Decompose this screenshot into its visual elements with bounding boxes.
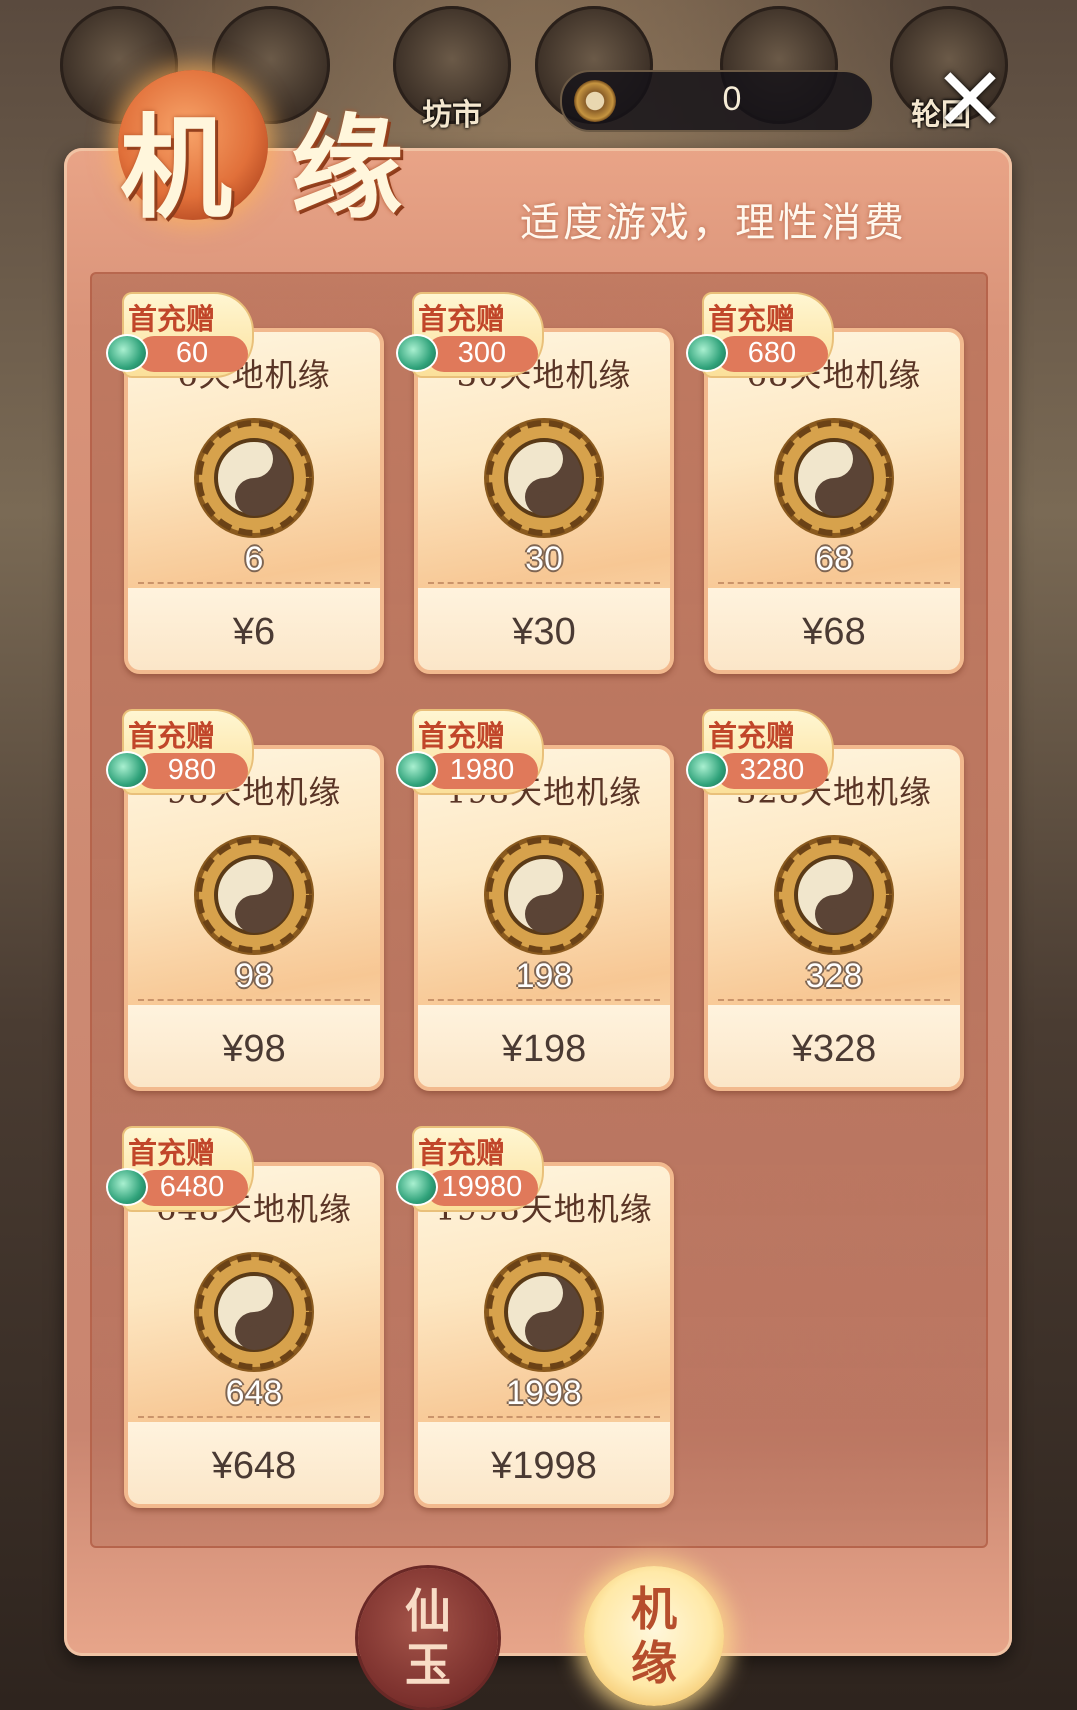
bonus-value: 1980 — [449, 754, 515, 786]
product-card[interactable]: 198天地机缘 198 ¥198 首充赠 1980 — [396, 709, 674, 1091]
first-charge-bonus: 首充赠 19980 — [396, 1126, 546, 1214]
first-charge-bonus: 首充赠 980 — [106, 709, 256, 797]
taiji-coin-icon — [480, 414, 608, 542]
bonus-label: 首充赠 — [708, 719, 796, 753]
taiji-coin-icon — [480, 1248, 608, 1376]
first-charge-bonus: 首充赠 300 — [396, 292, 546, 380]
divider — [428, 582, 660, 584]
taiji-coin-icon — [190, 414, 318, 542]
bonus-value: 19980 — [441, 1171, 523, 1203]
slogan: 适度游戏，理性消费 — [520, 200, 907, 246]
taiji-coin-icon — [480, 831, 608, 959]
bonus-label: 首充赠 — [128, 719, 216, 753]
divider — [428, 1416, 660, 1418]
product-card[interactable]: 328天地机缘 328 ¥328 首充赠 3280 — [686, 709, 964, 1091]
coin-amount: 648 — [225, 1374, 283, 1412]
bonus-label: 首充赠 — [128, 1136, 216, 1170]
first-charge-bonus: 首充赠 60 — [106, 292, 256, 380]
taiji-coin-icon — [574, 80, 616, 122]
price-button[interactable]: ¥648 — [128, 1445, 380, 1488]
product-card[interactable]: 68天地机缘 68 ¥68 首充赠 680 — [686, 292, 964, 674]
tab-label: 仙 玉 — [405, 1584, 451, 1692]
first-charge-bonus: 首充赠 3280 — [686, 709, 836, 797]
price-button[interactable]: ¥198 — [418, 1028, 670, 1071]
divider — [718, 582, 950, 584]
bonus-value: 980 — [167, 754, 217, 786]
product-card[interactable]: 648天地机缘 648 ¥648 首充赠 6480 — [106, 1126, 384, 1508]
coin-amount: 198 — [515, 957, 573, 995]
product-card[interactable]: 30天地机缘 30 ¥30 首充赠 300 — [396, 292, 674, 674]
divider — [138, 1416, 370, 1418]
bonus-label: 首充赠 — [418, 1136, 506, 1170]
tab-label: 机 缘 — [631, 1582, 677, 1690]
taiji-coin-icon — [190, 1248, 318, 1376]
currency-display: 0 — [560, 70, 874, 132]
taiji-coin-icon — [770, 831, 898, 959]
product-card[interactable]: 98天地机缘 98 ¥98 首充赠 980 — [106, 709, 384, 1091]
first-charge-bonus: 首充赠 1980 — [396, 709, 546, 797]
currency-value: 0 — [722, 80, 742, 118]
divider — [138, 582, 370, 584]
bonus-value: 3280 — [739, 754, 805, 786]
price-button[interactable]: ¥30 — [418, 611, 670, 654]
bonus-label: 首充赠 — [708, 302, 796, 336]
page-title: 机 缘 — [120, 103, 413, 234]
divider — [428, 999, 660, 1001]
bonus-value: 680 — [747, 337, 797, 369]
bonus-label: 首充赠 — [418, 719, 506, 753]
product-card[interactable]: 1998天地机缘 1998 ¥1998 首充赠 19980 — [396, 1126, 674, 1508]
coin-amount: 328 — [805, 957, 863, 995]
bonus-label: 首充赠 — [128, 302, 216, 336]
first-charge-bonus: 首充赠 680 — [686, 292, 836, 380]
tab-xianyu[interactable]: 仙 玉 — [358, 1568, 498, 1708]
bonus-value: 60 — [175, 337, 209, 369]
coin-amount: 1998 — [506, 1374, 582, 1412]
coin-amount: 98 — [235, 957, 273, 995]
first-charge-bonus: 首充赠 6480 — [106, 1126, 256, 1214]
price-button[interactable]: ¥68 — [708, 611, 960, 654]
taiji-coin-icon — [770, 414, 898, 542]
close-icon[interactable]: ✕ — [930, 56, 1010, 144]
divider — [718, 999, 950, 1001]
bonus-label: 首充赠 — [418, 302, 506, 336]
product-card[interactable]: 6天地机缘 6 ¥6 首充赠 60 — [106, 292, 384, 674]
coin-amount: 30 — [525, 540, 563, 578]
coin-amount: 68 — [815, 540, 853, 578]
divider — [138, 999, 370, 1001]
price-button[interactable]: ¥328 — [708, 1028, 960, 1071]
price-button[interactable]: ¥6 — [128, 611, 380, 654]
taiji-coin-icon — [190, 831, 318, 959]
bonus-value: 6480 — [159, 1171, 225, 1203]
price-button[interactable]: ¥1998 — [418, 1445, 670, 1488]
bonus-value: 300 — [457, 337, 507, 369]
tab-jiyuan[interactable]: 机 缘 — [584, 1566, 724, 1706]
price-button[interactable]: ¥98 — [128, 1028, 380, 1071]
coin-amount: 6 — [244, 540, 264, 578]
